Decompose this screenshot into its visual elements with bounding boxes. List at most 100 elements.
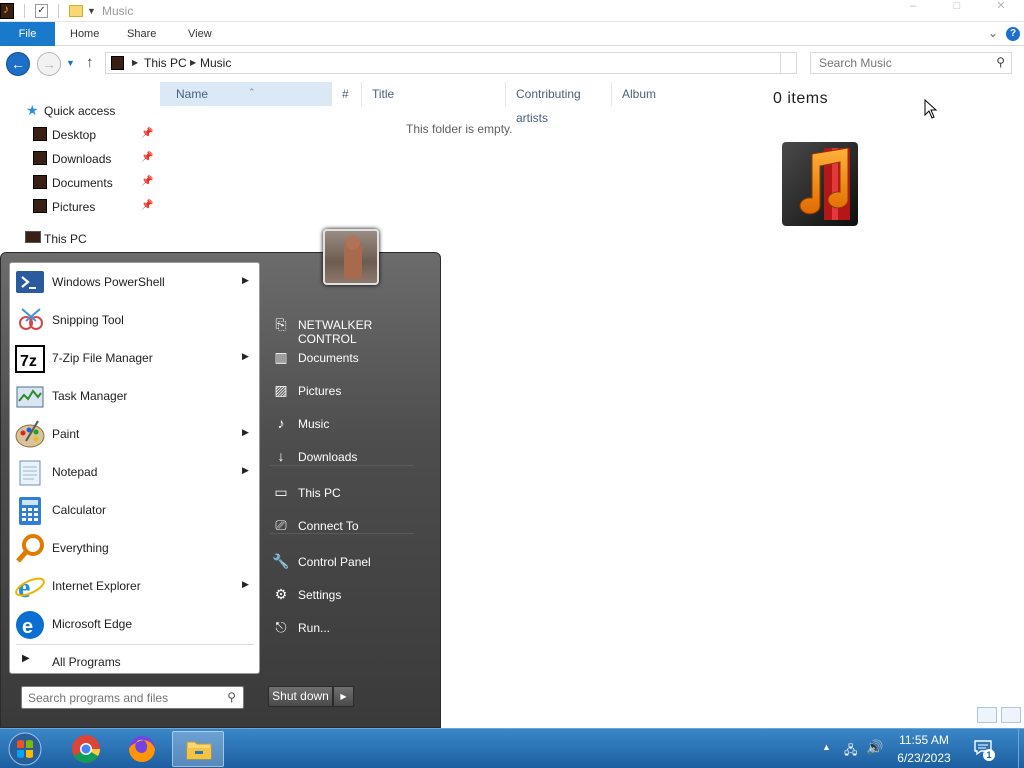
program-label: Internet Explorer (52, 579, 141, 593)
up-button[interactable]: ↑ (86, 54, 94, 71)
start-search-box[interactable]: ⚲ (21, 686, 244, 709)
start-program-everything[interactable]: Everything (10, 529, 259, 567)
start-program-notepad[interactable]: Notepad ▶ (10, 453, 259, 491)
downloads-icon: ↓ (277, 448, 285, 464)
start-place-user-folder[interactable]: ⎘ NETWALKER CONTROL (264, 311, 434, 346)
file-explorer-taskbar-button[interactable] (172, 731, 224, 767)
back-button[interactable]: ← (6, 52, 30, 76)
nav-item-pictures[interactable]: Pictures 📌 (0, 195, 158, 217)
help-icon[interactable]: ? (1006, 27, 1020, 41)
search-icon[interactable]: ⚲ (996, 55, 1005, 69)
submenu-arrow-icon[interactable]: ▶ (242, 579, 249, 590)
navigation-bar: ← → ▼ ↑ ▶ This PC ▶ Music ⚲ (0, 46, 1024, 82)
new-folder-icon[interactable] (69, 5, 83, 17)
start-program-powershell[interactable]: Windows PowerShell ▶ (10, 263, 259, 301)
pin-icon[interactable]: 📌 (141, 176, 153, 187)
properties-icon[interactable]: ✓ (35, 4, 48, 18)
pin-icon[interactable]: 📌 (141, 200, 153, 211)
start-search-input[interactable] (22, 687, 212, 708)
maximize-button[interactable]: □ (940, 0, 974, 14)
customize-toolbar-icon[interactable]: ▼ (87, 6, 97, 16)
submenu-arrow-icon[interactable]: ▶ (242, 351, 249, 362)
program-label: Snipping Tool (52, 313, 124, 327)
search-input[interactable] (811, 53, 981, 73)
place-label: Music (298, 417, 330, 431)
start-program-internet-explorer[interactable]: e Internet Explorer ▶ (10, 567, 259, 605)
expand-ribbon-icon[interactable]: ⌄ (988, 26, 998, 40)
start-button-icon[interactable] (6, 731, 44, 767)
start-place-pictures[interactable]: ▨ Pictures (264, 377, 434, 405)
recent-locations-icon[interactable]: ▼ (66, 58, 75, 68)
column-header-name[interactable]: ⌃ Name (160, 82, 332, 106)
start-program-paint[interactable]: Paint ▶ (10, 415, 259, 453)
firefox-icon[interactable] (116, 731, 168, 767)
pictures-icon: ▨ (274, 382, 288, 398)
chrome-icon[interactable] (60, 731, 112, 767)
start-place-control-panel[interactable]: 🔧 Control Panel (264, 548, 434, 576)
tab-file[interactable]: File (0, 22, 55, 46)
start-place-documents[interactable]: ▥ Documents (264, 344, 434, 372)
nav-item-documents[interactable]: Documents 📌 (0, 171, 158, 193)
nav-item-downloads[interactable]: Downloads 📌 (0, 147, 158, 169)
column-header-title[interactable]: Title (362, 82, 506, 106)
start-place-connect-to[interactable]: ⎚ Connect To (264, 512, 434, 540)
start-place-run[interactable]: ⎋ Run... (264, 614, 434, 642)
toolbar-separator (24, 4, 25, 18)
minimize-button[interactable]: – (896, 0, 930, 14)
star-icon: ★ (26, 102, 39, 118)
sort-ascending-icon: ⌃ (248, 87, 256, 97)
breadcrumb-arrow-icon[interactable]: ▶ (132, 58, 138, 67)
music-folder-icon (111, 56, 124, 70)
start-place-downloads[interactable]: ↓ Downloads (264, 443, 434, 471)
all-programs-button[interactable]: ▶ All Programs (10, 649, 259, 673)
connect-to-icon: ⎚ (275, 517, 287, 533)
search-box[interactable]: ⚲ (810, 52, 1012, 74)
shutdown-options-button[interactable]: ▶ (333, 686, 354, 707)
network-icon[interactable]: 🖧 (844, 741, 857, 762)
start-program-task-manager[interactable]: Task Manager (10, 377, 259, 415)
nav-quick-access[interactable]: ★ Quick access (0, 99, 158, 121)
details-view-icon[interactable] (977, 707, 997, 723)
start-place-settings-gear[interactable]: ⚙ Settings (264, 581, 434, 609)
column-header-number[interactable]: # (332, 82, 362, 106)
navigation-pane: ★ Quick access Desktop 📌 Downloads 📌 Doc… (0, 82, 158, 262)
search-icon[interactable]: ⚲ (227, 690, 236, 704)
submenu-arrow-icon[interactable]: ▶ (242, 465, 249, 476)
place-label: Run... (298, 621, 331, 635)
start-program-7zip[interactable]: 7z 7-Zip File Manager ▶ (10, 339, 259, 377)
nav-item-desktop[interactable]: Desktop 📌 (0, 123, 158, 145)
pin-icon[interactable]: 📌 (141, 152, 153, 163)
clock-date[interactable]: 6/23/2023 (880, 751, 968, 765)
large-icons-view-icon[interactable] (1001, 707, 1021, 723)
breadcrumb-this-pc[interactable]: This PC (144, 56, 187, 70)
divider (270, 533, 414, 534)
address-bar[interactable]: ▶ This PC ▶ Music (105, 52, 797, 74)
program-label: Paint (52, 427, 80, 441)
pin-icon[interactable]: 📌 (141, 128, 153, 139)
submenu-arrow-icon[interactable]: ▶ (242, 275, 249, 286)
pictures-folder-icon (33, 199, 47, 213)
column-header-album[interactable]: Album (612, 82, 746, 106)
mouse-cursor-icon (924, 99, 938, 119)
show-hidden-icons-icon[interactable]: ▲ (822, 742, 831, 752)
user-avatar[interactable] (323, 229, 379, 285)
start-program-snipping-tool[interactable]: Snipping Tool (10, 301, 259, 339)
breadcrumb-arrow-icon[interactable]: ▶ (190, 58, 196, 67)
start-program-edge[interactable]: e Microsoft Edge (10, 605, 259, 643)
shut-down-button[interactable]: Shut down (268, 686, 333, 707)
nav-item-this-pc[interactable]: This PC (0, 227, 158, 249)
tab-home[interactable]: Home (70, 22, 99, 46)
tab-view[interactable]: View (188, 22, 212, 46)
breadcrumb-music[interactable]: Music (200, 56, 231, 70)
tab-share[interactable]: Share (127, 22, 156, 46)
start-place-computer[interactable]: ▭ This PC (264, 479, 434, 507)
clock-time[interactable]: 11:55 AM (880, 733, 968, 747)
start-program-calculator[interactable]: Calculator (10, 491, 259, 529)
start-place-music[interactable]: ♪ Music (264, 410, 434, 438)
forward-button[interactable]: → (37, 52, 61, 76)
music-folder-app-icon[interactable] (0, 2, 14, 19)
column-header-artists[interactable]: Contributing artists (506, 82, 612, 125)
submenu-arrow-icon[interactable]: ▶ (242, 427, 249, 438)
close-button[interactable]: ✕ (984, 0, 1018, 14)
show-desktop-button[interactable] (1018, 729, 1024, 768)
